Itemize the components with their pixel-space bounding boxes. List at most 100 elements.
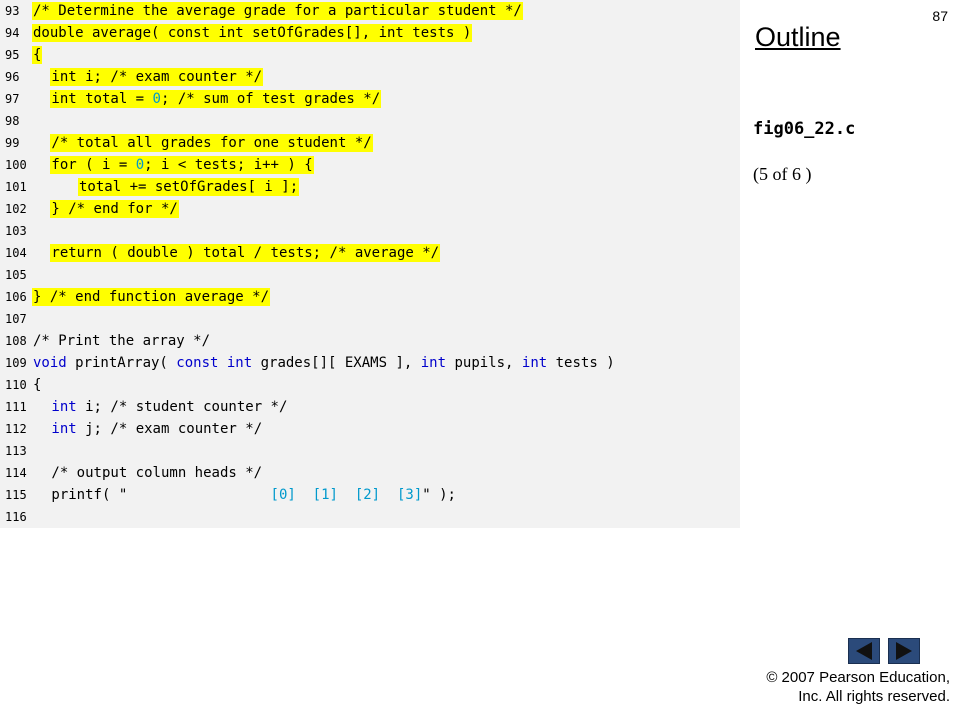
code-text: void printArray( const int grades[][ EXA… <box>32 354 616 372</box>
code-keyword: int <box>51 399 77 415</box>
code-line: 103 <box>0 220 740 242</box>
code-token: i; /* student counter */ <box>76 399 288 415</box>
code-token: pupils, <box>446 355 522 371</box>
code-text: /* output column heads */ <box>50 464 263 482</box>
previous-slide-button[interactable] <box>848 638 880 664</box>
line-number: 93 <box>5 4 20 18</box>
code-listing: 93 /* Determine the average grade for a p… <box>0 0 740 528</box>
code-token: printf( " <box>51 487 128 503</box>
line-number: 112 <box>5 422 27 436</box>
code-text: total += setOfGrades[ i ]; <box>78 178 300 196</box>
code-line: 102} /* end for */ <box>0 198 740 220</box>
code-token: for ( i = <box>51 157 136 173</box>
code-text: /* total all grades for one student */ <box>50 134 373 152</box>
code-keyword: int <box>521 355 548 371</box>
code-line: 113 <box>0 440 740 462</box>
code-line: 115 printf( " [0] [1] [2] [3]" ); <box>0 484 740 506</box>
line-number: 114 <box>5 466 27 480</box>
code-token: /* Print the array */ <box>33 333 211 349</box>
code-token: int total = <box>51 91 153 107</box>
line-number: 100 <box>5 158 27 172</box>
code-token: ; i < tests; i++ ) { <box>144 157 313 173</box>
line-number: 96 <box>5 70 20 84</box>
code-line: 106 } /* end function average */ <box>0 286 740 308</box>
code-line: 116 <box>0 506 740 528</box>
code-line: 96 int i; /* exam counter */ <box>0 66 740 88</box>
code-token: int i; /* exam counter */ <box>51 69 263 85</box>
code-text: { <box>32 376 42 394</box>
code-token: /* Determine the average grade for a par… <box>33 3 522 19</box>
code-text: int i; /* student counter */ <box>50 398 288 416</box>
line-number: 101 <box>5 180 27 194</box>
code-token: /* output column heads */ <box>51 465 263 481</box>
line-number: 108 <box>5 334 27 348</box>
code-token: { <box>33 47 42 63</box>
code-text: /* Print the array */ <box>32 332 211 350</box>
code-line: 112 int j; /* exam counter */ <box>0 418 740 440</box>
line-number: 115 <box>5 488 27 502</box>
code-literal: 0 <box>152 91 161 107</box>
code-line: 108 /* Print the array */ <box>0 330 740 352</box>
line-number: 103 <box>5 224 27 238</box>
code-line: 114 /* output column heads */ <box>0 462 740 484</box>
code-line: 97 int total = 0; /* sum of test grades *… <box>0 88 740 110</box>
copyright-line-2: Inc. All rights reserved. <box>798 688 950 705</box>
filename-label: fig06_22.c <box>753 119 856 139</box>
code-literal: 0 <box>135 157 145 173</box>
code-keyword: const int <box>176 355 253 371</box>
code-text: printf( " [0] [1] [2] [3]" ); <box>50 486 457 504</box>
line-number: 99 <box>5 136 20 150</box>
line-number: 98 <box>5 114 20 128</box>
code-token: total += setOfGrades[ i ]; <box>79 179 299 195</box>
code-text: int i; /* exam counter */ <box>50 68 264 86</box>
code-token: " ); <box>422 487 456 503</box>
line-number: 102 <box>5 202 27 216</box>
code-line: 101 total += setOfGrades[ i ]; <box>0 176 740 198</box>
code-text: } /* end function average */ <box>32 288 271 306</box>
code-text: double average( const int setOfGrades[],… <box>32 24 473 42</box>
code-line: 100 for ( i = 0; i < tests; i++ ) { <box>0 154 740 176</box>
code-line: 105 <box>0 264 740 286</box>
code-token: tests ) <box>547 355 615 371</box>
outline-title: Outline <box>755 22 841 52</box>
code-text: int j; /* exam counter */ <box>50 420 263 438</box>
code-line: 93 /* Determine the average grade for a p… <box>0 0 740 22</box>
code-keyword: int <box>420 355 447 371</box>
code-line: 110 { <box>0 374 740 396</box>
line-number: 97 <box>5 92 20 106</box>
line-number: 105 <box>5 268 27 282</box>
page-number: 87 <box>932 8 948 24</box>
code-line: 94 double average( const int setOfGrades[… <box>0 22 740 44</box>
line-number: 116 <box>5 510 27 524</box>
code-line: 99 /* total all grades for one student */ <box>0 132 740 154</box>
code-line: 111 int i; /* student counter */ <box>0 396 740 418</box>
code-line: 109 void printArray( const int grades[][ … <box>0 352 740 374</box>
code-line: 95 { <box>0 44 740 66</box>
code-token: printArray( <box>66 355 177 371</box>
code-text: for ( i = 0; i < tests; i++ ) { <box>50 156 314 174</box>
next-slide-button[interactable] <box>888 638 920 664</box>
code-text: int total = 0; /* sum of test grades */ <box>50 90 382 108</box>
code-text: { <box>32 46 43 64</box>
copyright-line-1: © 2007 Pearson Education, <box>766 669 950 686</box>
line-number: 95 <box>5 48 20 62</box>
line-number: 106 <box>5 290 27 304</box>
line-number: 113 <box>5 444 27 458</box>
code-token: grades[][ EXAMS ], <box>252 355 421 371</box>
code-keyword: void <box>33 355 67 371</box>
page-info: (5 of 6 ) <box>753 164 812 184</box>
code-line: 98 <box>0 110 740 132</box>
code-token: /* total all grades for one student */ <box>51 135 372 151</box>
code-token: { <box>33 377 42 393</box>
line-number: 110 <box>5 378 27 392</box>
arrow-left-icon <box>856 642 872 660</box>
code-keyword: int <box>51 421 77 437</box>
line-number: 94 <box>5 26 20 40</box>
code-text: return ( double ) total / tests; /* aver… <box>50 244 441 262</box>
line-number: 107 <box>5 312 27 326</box>
code-line: 104 return ( double ) total / tests; /* a… <box>0 242 740 264</box>
line-number: 109 <box>5 356 27 370</box>
line-number: 111 <box>5 400 27 414</box>
arrow-right-icon <box>896 642 912 660</box>
code-text: /* Determine the average grade for a par… <box>32 2 523 20</box>
